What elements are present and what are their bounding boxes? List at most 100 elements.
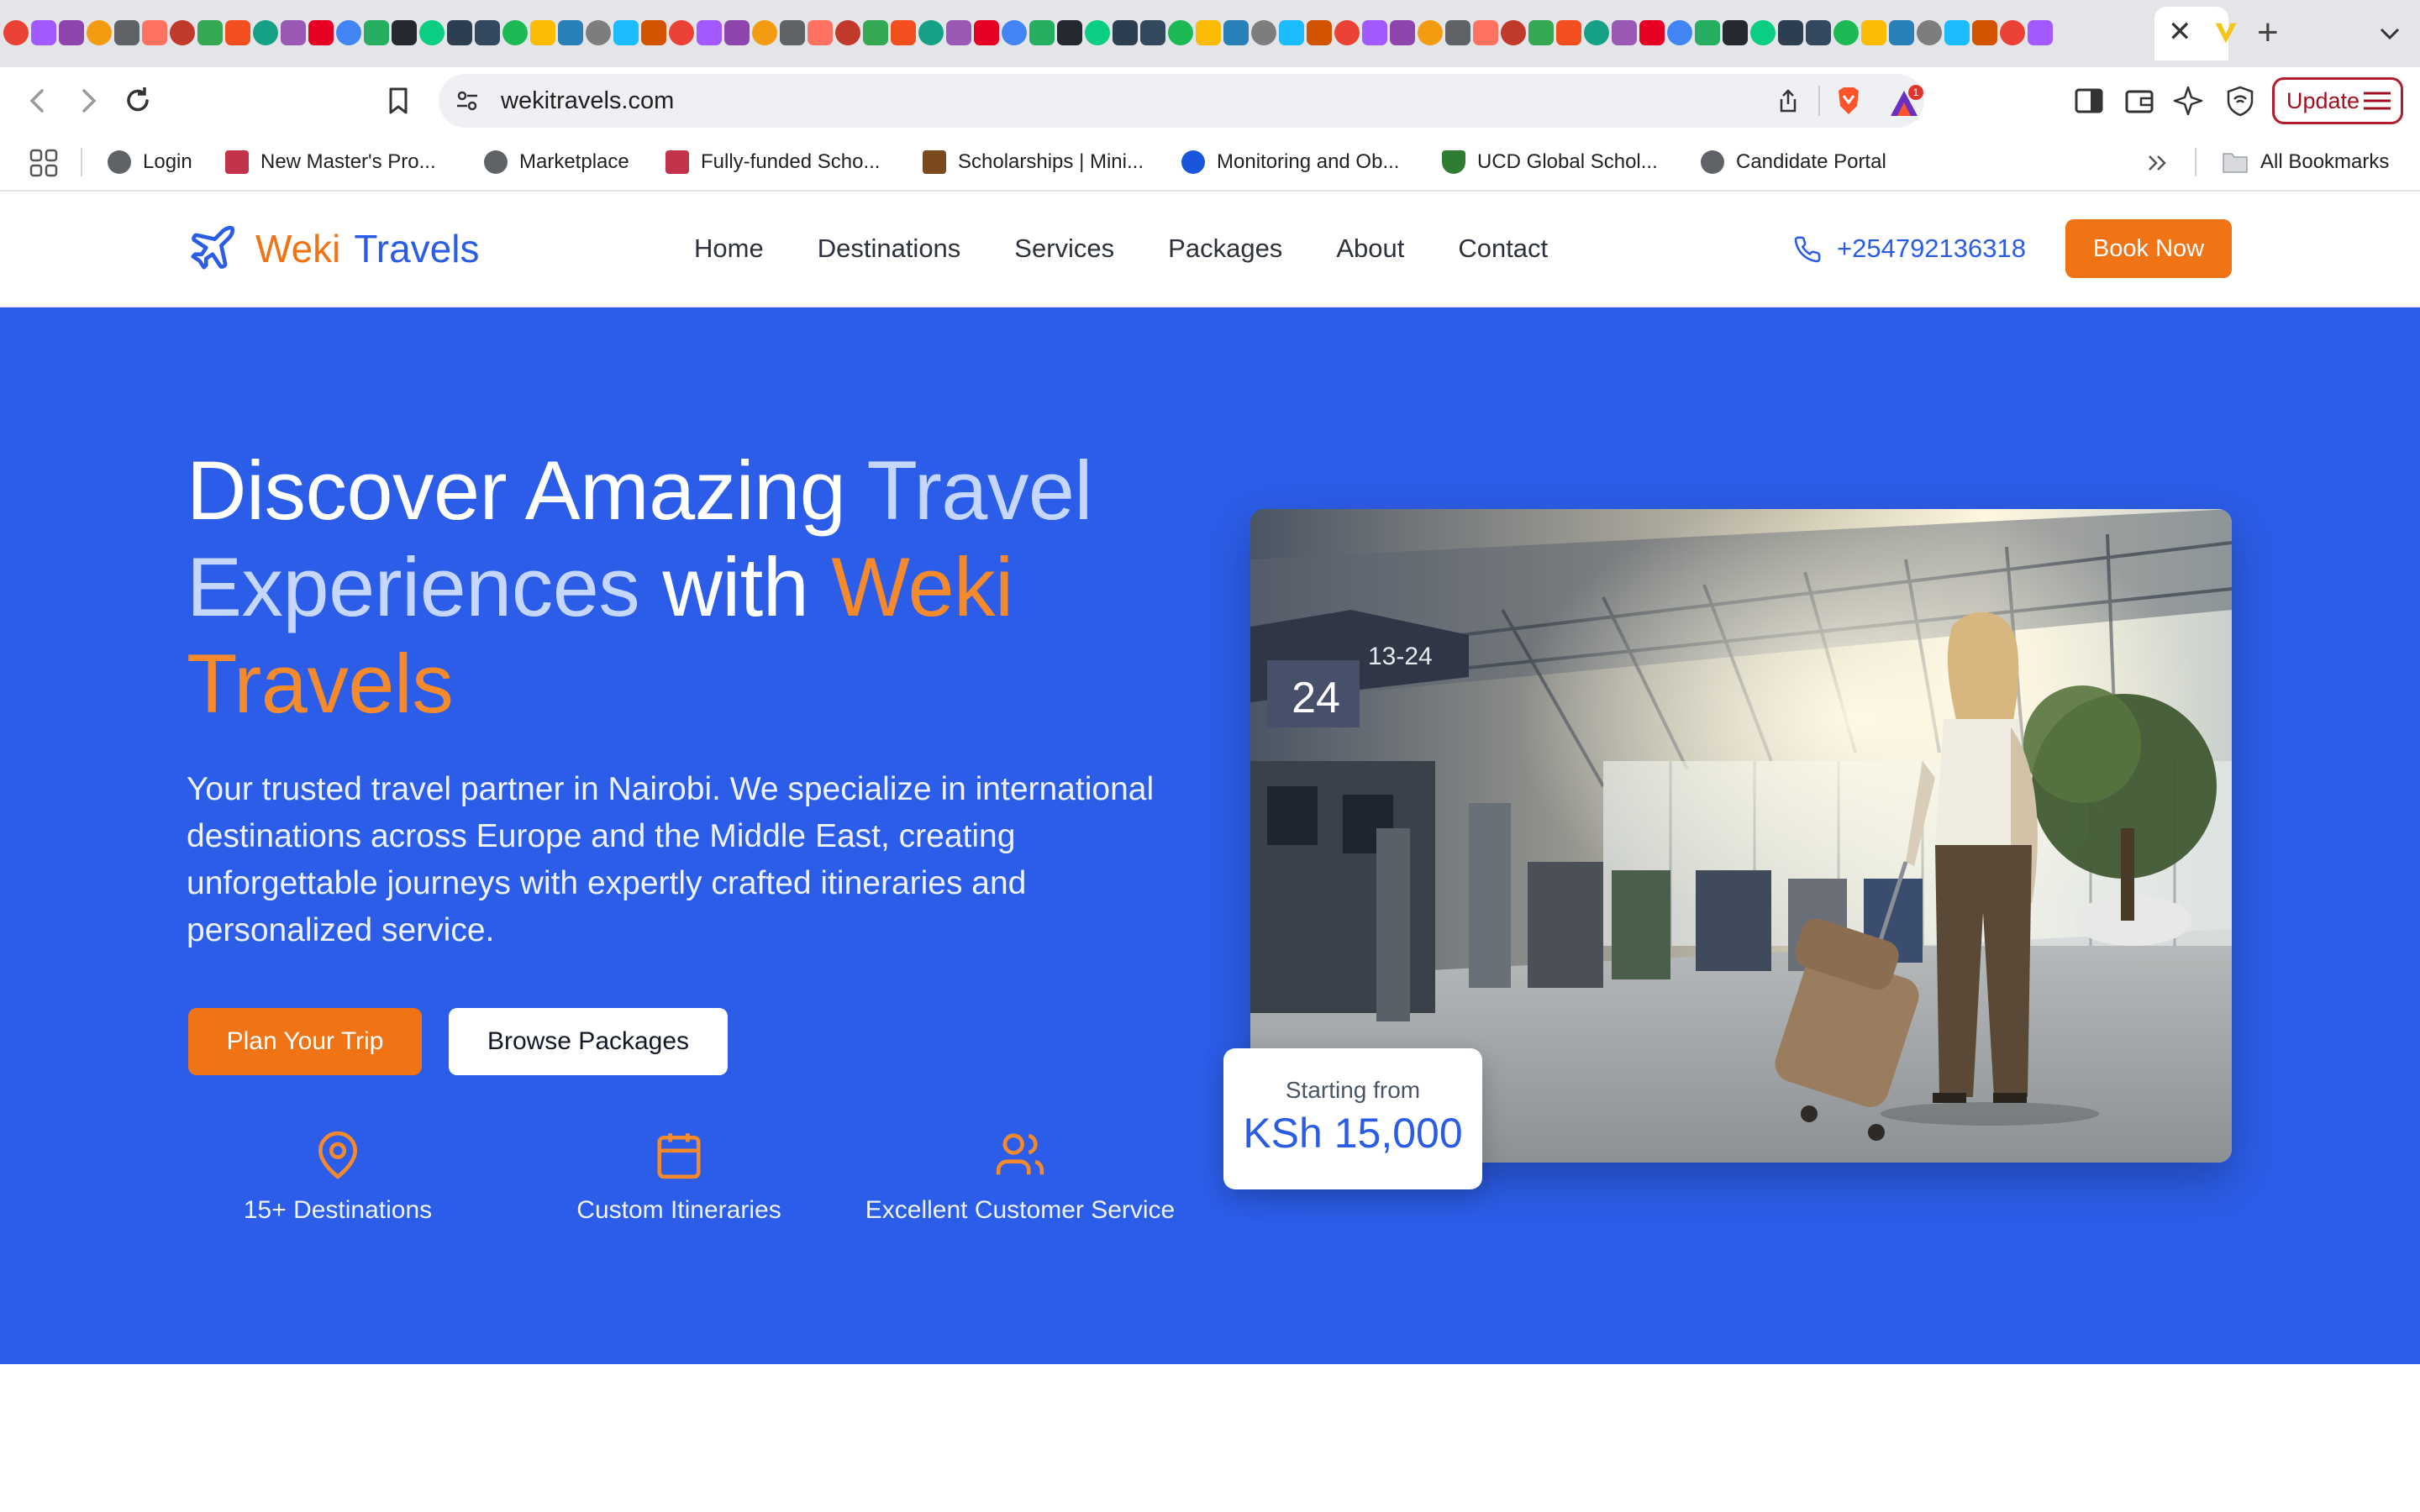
tab-favicon-icon[interactable]: [308, 20, 334, 45]
tab-favicon-icon[interactable]: [1501, 20, 1526, 45]
browse-packages-button[interactable]: Browse Packages: [449, 1008, 728, 1075]
tab-favicon-icon[interactable]: [1889, 20, 1914, 45]
tab-favicon-icon[interactable]: [1445, 20, 1470, 45]
tab-favicon-icon[interactable]: [1972, 20, 1997, 45]
tab-favicon-icon[interactable]: [225, 20, 250, 45]
url-text[interactable]: wekitravels.com: [501, 74, 674, 128]
tab-favicon-icon[interactable]: [1473, 20, 1498, 45]
tab-favicon-icon[interactable]: [946, 20, 971, 45]
tab-favicon-icon[interactable]: [1113, 20, 1138, 45]
tab-favicon-icon[interactable]: [2028, 20, 2053, 45]
tab-favicon-icon[interactable]: [447, 20, 472, 45]
tab-favicon-icon[interactable]: [863, 20, 888, 45]
bookmark-candidate-portal[interactable]: Candidate Portal: [1701, 134, 1886, 190]
bookmark-login[interactable]: Login: [108, 134, 192, 190]
vpn-shield-icon[interactable]: [2222, 82, 2259, 119]
bookmark-icon[interactable]: [380, 82, 417, 119]
tab-favicon-icon[interactable]: [1778, 20, 1803, 45]
tab-favicon-icon[interactable]: [1390, 20, 1415, 45]
tab-favicon-icon[interactable]: [392, 20, 417, 45]
tab-favicon-icon[interactable]: [1750, 20, 1776, 45]
tab-favicon-icon[interactable]: [1334, 20, 1360, 45]
close-tab-icon[interactable]: ✕: [2168, 15, 2192, 49]
tab-favicon-icon[interactable]: [1307, 20, 1332, 45]
bookmark-scholarships[interactable]: Scholarships | Mini...: [923, 134, 1144, 190]
tab-favicon-icon[interactable]: [1140, 20, 1165, 45]
tab-favicon-icon[interactable]: [1418, 20, 1443, 45]
tab-favicon-icon[interactable]: [641, 20, 666, 45]
address-bar[interactable]: wekitravels.com 1: [439, 74, 1924, 128]
tab-favicon-icon[interactable]: [558, 20, 583, 45]
tab-favicon-icon[interactable]: [87, 20, 112, 45]
tab-favicon-icon[interactable]: [1584, 20, 1609, 45]
tab-favicon-icon[interactable]: [3, 20, 29, 45]
chevron-down-icon[interactable]: [2375, 18, 2405, 49]
tab-favicon-icon[interactable]: [142, 20, 167, 45]
tab-favicon-icon[interactable]: [669, 20, 694, 45]
tab-favicon-icon[interactable]: [1612, 20, 1637, 45]
brave-rewards-icon[interactable]: 1: [1887, 84, 1924, 119]
tab-favicon-icon[interactable]: [170, 20, 195, 45]
tab-favicon-icon[interactable]: [613, 20, 639, 45]
tab-favicon-icon[interactable]: [724, 20, 750, 45]
ai-sparkle-icon[interactable]: [2171, 82, 2208, 119]
site-settings-icon[interactable]: [452, 86, 482, 116]
tab-favicon-icon[interactable]: [1029, 20, 1055, 45]
tab-favicon-icon[interactable]: [59, 20, 84, 45]
brave-shields-icon[interactable]: [1832, 84, 1865, 118]
forward-icon[interactable]: [69, 82, 106, 119]
bookmark-marketplace[interactable]: Marketplace: [484, 134, 629, 190]
more-bookmarks-icon[interactable]: [2146, 151, 2171, 175]
tab-favicon-icon[interactable]: [1944, 20, 1970, 45]
tab-favicon-icon[interactable]: [1556, 20, 1581, 45]
tab-favicon-icon[interactable]: [586, 20, 611, 45]
tab-favicon-icon[interactable]: [1362, 20, 1387, 45]
tab-favicon-icon[interactable]: [780, 20, 805, 45]
tab-favicon-icon[interactable]: [1223, 20, 1249, 45]
bookmark-monitoring[interactable]: Monitoring and Ob...: [1181, 134, 1399, 190]
plan-your-trip-button[interactable]: Plan Your Trip: [188, 1008, 422, 1075]
tab-favicon-icon[interactable]: [1196, 20, 1221, 45]
nav-destinations[interactable]: Destinations: [818, 222, 961, 276]
nav-packages[interactable]: Packages: [1168, 222, 1282, 276]
tab-favicon-icon[interactable]: [475, 20, 500, 45]
book-now-button[interactable]: Book Now: [2065, 219, 2232, 278]
tab-favicon-icon[interactable]: [1251, 20, 1276, 45]
tab-favicon-icon[interactable]: [364, 20, 389, 45]
share-icon[interactable]: [1773, 86, 1803, 116]
tab-favicon-icon[interactable]: [419, 20, 445, 45]
tab-favicon-icon[interactable]: [502, 20, 528, 45]
bookmark-fully-funded[interactable]: Fully-funded Scho...: [666, 134, 880, 190]
tab-favicon-icon[interactable]: [1639, 20, 1665, 45]
back-icon[interactable]: [20, 82, 57, 119]
bookmark-masters-programs[interactable]: New Master's Pro...: [225, 134, 436, 190]
all-bookmarks-button[interactable]: All Bookmarks: [2222, 134, 2389, 190]
tab-favicon-icon[interactable]: [1806, 20, 1831, 45]
airplane-icon[interactable]: [187, 222, 239, 274]
nav-about[interactable]: About: [1336, 222, 1404, 276]
wallet-icon[interactable]: [2121, 82, 2158, 119]
tab-favicon-icon[interactable]: [2000, 20, 2025, 45]
tab-favicon-icon[interactable]: [974, 20, 999, 45]
phone-number-link[interactable]: +254792136318: [1837, 222, 2026, 276]
tab-favicon-icon[interactable]: [1057, 20, 1082, 45]
new-tab-icon[interactable]: +: [2257, 12, 2279, 54]
tab-favicon-icon[interactable]: [1723, 20, 1748, 45]
tab-favicon-icon[interactable]: [835, 20, 860, 45]
tab-favicon-icon[interactable]: [1528, 20, 1554, 45]
tab-favicon-icon[interactable]: [1168, 20, 1193, 45]
tab-favicon-icon[interactable]: [336, 20, 361, 45]
sidebar-icon[interactable]: [2070, 82, 2107, 119]
tab-favicon-icon[interactable]: [918, 20, 944, 45]
tab-favicon-icon[interactable]: [1695, 20, 1720, 45]
tab-favicon-icon[interactable]: [114, 20, 139, 45]
tab-favicon-icon[interactable]: [1667, 20, 1692, 45]
tab-favicon-icon[interactable]: [1279, 20, 1304, 45]
tab-favicon-icon[interactable]: [1002, 20, 1027, 45]
nav-home[interactable]: Home: [694, 222, 764, 276]
tab-favicon-icon[interactable]: [1861, 20, 1886, 45]
tab-favicon-icon[interactable]: [1833, 20, 1859, 45]
tab-favicon-icon[interactable]: [530, 20, 555, 45]
reload-icon[interactable]: [119, 82, 156, 119]
tab-favicon-icon[interactable]: [891, 20, 916, 45]
